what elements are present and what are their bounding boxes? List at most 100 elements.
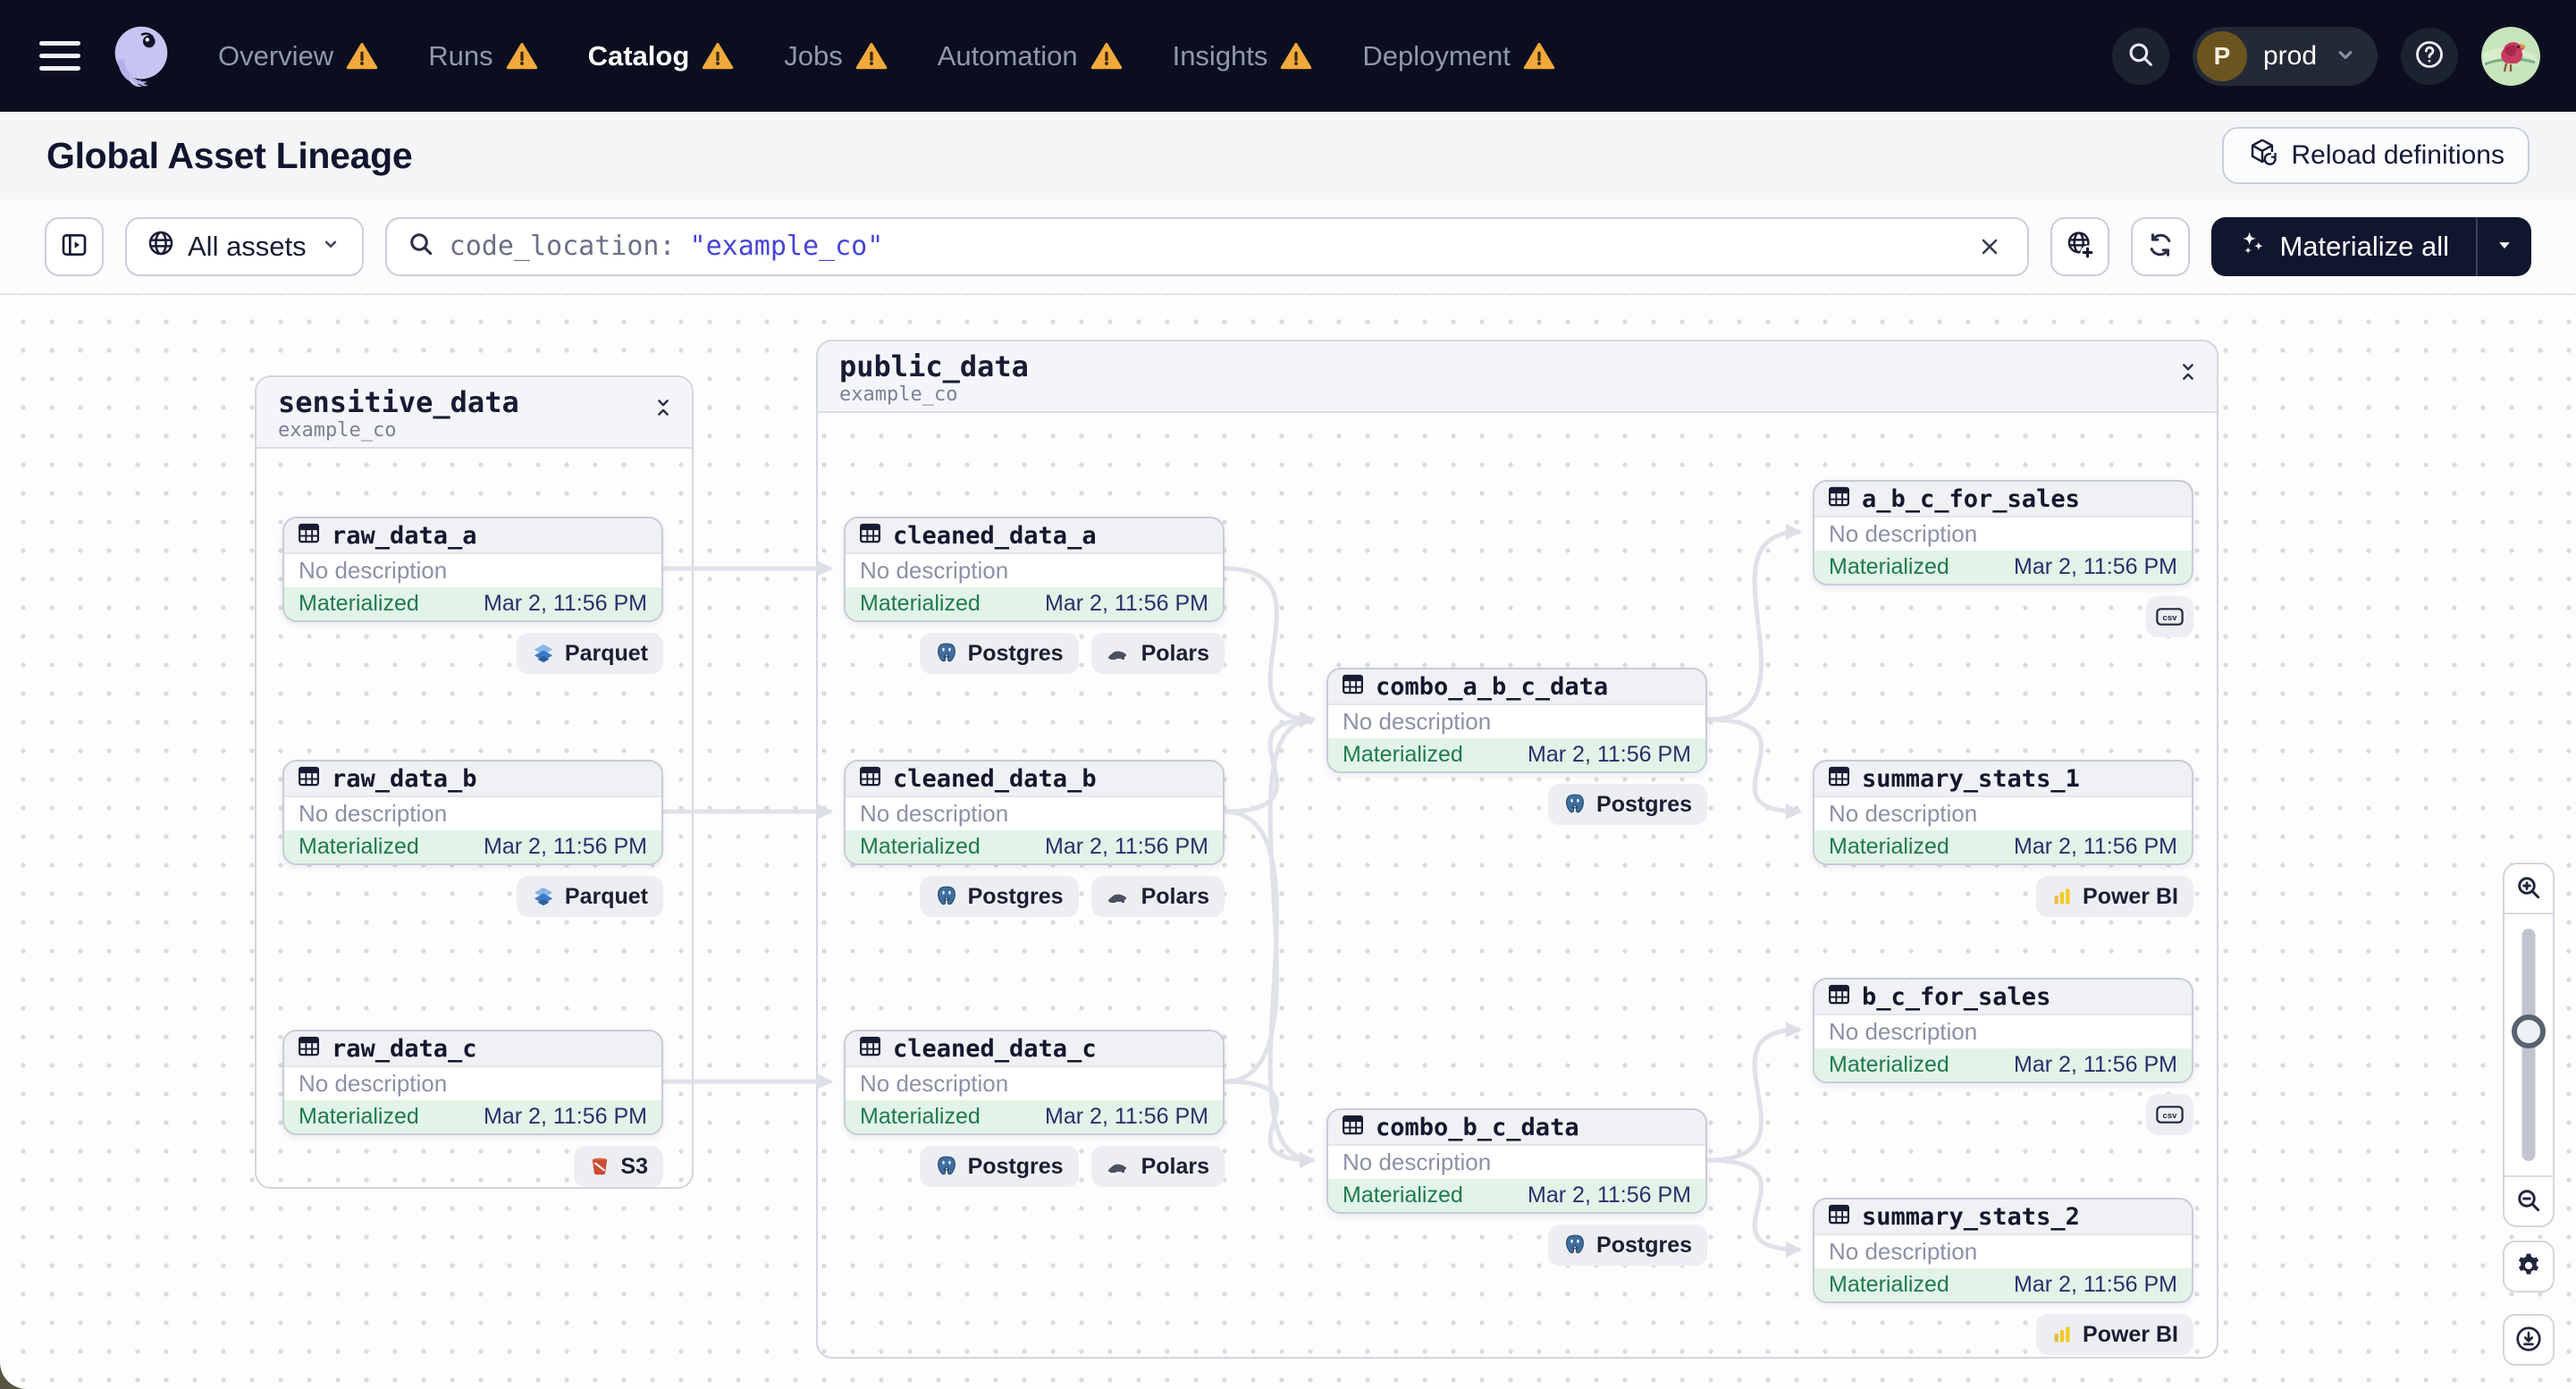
asset-badges: S3 <box>282 1146 663 1187</box>
download-image-button[interactable] <box>2503 1314 2555 1366</box>
powerbi-badge: Power BI <box>2036 1314 2193 1355</box>
zoom-slider[interactable] <box>2504 914 2553 1175</box>
asset-search-input[interactable]: code_location: "example_co" <box>384 216 2030 276</box>
asset-badges: Postgres Polars <box>844 1146 1225 1187</box>
asset-node[interactable]: combo_b_c_data No description Materializ… <box>1326 1108 1707 1214</box>
csv-badge: csv <box>2146 1094 2193 1135</box>
asset-name: summary_stats_1 <box>1862 764 2080 793</box>
refresh-graph-button[interactable] <box>2131 216 2191 276</box>
asset-status-row: Materialized Mar 2, 11:56 PM <box>1814 551 2192 584</box>
asset-materialized-time: Mar 2, 11:56 PM <box>1528 1183 1691 1208</box>
asset-node[interactable]: b_c_for_sales No description Materialize… <box>1813 978 2193 1083</box>
postgres-icon <box>935 1155 958 1178</box>
nav-item[interactable]: Runs <box>428 40 537 72</box>
deployment-name: prod <box>2262 40 2317 71</box>
nav-item[interactable]: Deployment <box>1362 40 1555 72</box>
asset-group-header[interactable]: sensitive_data example_co <box>257 377 692 449</box>
asset-node[interactable]: raw_data_b No description Materialized M… <box>282 760 663 865</box>
asset-scope-dropdown[interactable]: All assets <box>125 216 364 276</box>
asset-node[interactable]: cleaned_data_b No description Materializ… <box>844 760 1225 865</box>
deployment-avatar: P <box>2196 30 2247 81</box>
badge-label: Polars <box>1141 1153 1209 1179</box>
menu-button[interactable] <box>39 41 80 71</box>
user-avatar[interactable] <box>2481 26 2540 86</box>
deployment-switcher[interactable]: P prod <box>2192 26 2378 86</box>
title-bar: Global Asset Lineage Reload definitions <box>0 112 2576 199</box>
asset-badges: Postgres <box>1326 1225 1707 1266</box>
asset-badges: Postgres <box>1326 784 1707 825</box>
asset-group-header[interactable]: public_data example_co <box>818 341 2217 413</box>
asset-node-header: cleaned_data_a <box>846 518 1223 554</box>
materialize-all-button[interactable]: Materialize all <box>2211 217 2476 276</box>
app-root: Overview Runs Catalog Jobs Automation In… <box>0 0 2576 1389</box>
asset-description: No description <box>1343 708 1492 735</box>
zoom-in-button[interactable] <box>2504 864 2553 914</box>
asset-name: combo_b_c_data <box>1376 1113 1579 1141</box>
asset-node[interactable]: summary_stats_1 No description Materiali… <box>1813 760 2193 865</box>
asset-materialized-time: Mar 2, 11:56 PM <box>484 834 647 859</box>
materialize-options-button[interactable] <box>2476 216 2531 276</box>
asset-node-wrap: summary_stats_1 No description Materiali… <box>1813 760 2193 917</box>
asset-node[interactable]: combo_a_b_c_data No description Material… <box>1326 668 1707 773</box>
group-location: example_co <box>278 418 397 442</box>
help-button[interactable] <box>2401 27 2458 85</box>
lineage-canvas[interactable]: sensitive_data example_co public_data ex… <box>0 295 2576 1389</box>
badge-label: Postgres <box>1596 791 1692 817</box>
asset-materialized-time: Mar 2, 11:56 PM <box>1045 1104 1208 1129</box>
powerbi-badge: Power BI <box>2036 876 2193 917</box>
powerbi-icon <box>2051 886 2073 907</box>
open-sidebar-button[interactable] <box>45 216 104 276</box>
asset-node[interactable]: a_b_c_for_sales No description Materiali… <box>1813 480 2193 585</box>
reload-definitions-button[interactable]: Reload definitions <box>2221 127 2530 184</box>
badge-label: S3 <box>620 1153 648 1179</box>
materialize-split-button: Materialize all <box>2211 216 2531 276</box>
zoom-slider-thumb[interactable] <box>2512 1014 2546 1048</box>
globe-icon <box>147 229 175 265</box>
asset-name: raw_data_b <box>332 764 477 793</box>
toolbar: All assets code_location: "example_co" M… <box>0 199 2576 295</box>
graph-settings-button[interactable] <box>2503 1241 2555 1292</box>
zoom-out-button[interactable] <box>2504 1175 2553 1225</box>
asset-name: b_c_for_sales <box>1862 982 2051 1011</box>
asset-badges: Postgres Polars <box>844 633 1225 674</box>
asset-node[interactable]: summary_stats_2 No description Materiali… <box>1813 1198 2193 1303</box>
open-in-new-location-button[interactable] <box>2050 216 2110 276</box>
asset-materialized-time: Mar 2, 11:56 PM <box>2014 554 2177 579</box>
asset-description: No description <box>299 800 448 827</box>
global-search-button[interactable] <box>2111 27 2169 85</box>
postgres-icon <box>935 642 958 665</box>
caret-down-icon <box>2492 232 2517 260</box>
asset-node-header: cleaned_data_b <box>846 762 1223 797</box>
asset-description: No description <box>1343 1149 1492 1175</box>
asset-badges: Postgres Polars <box>844 876 1225 917</box>
asset-name: summary_stats_2 <box>1862 1202 2080 1231</box>
asset-node[interactable]: raw_data_c No description Materialized M… <box>282 1030 663 1135</box>
sparkles-icon <box>2238 229 2267 265</box>
svg-text:csv: csv <box>2163 1111 2178 1121</box>
nav-item[interactable]: Catalog <box>588 40 735 72</box>
asset-node[interactable]: cleaned_data_a No description Materializ… <box>844 517 1225 622</box>
asset-node-header: raw_data_a <box>284 518 661 554</box>
asset-badges: Power BI <box>1813 1314 2193 1355</box>
asset-node-header: raw_data_c <box>284 1031 661 1067</box>
clear-search-button[interactable] <box>1972 229 2008 265</box>
nav-item[interactable]: Insights <box>1173 40 1313 72</box>
collapse-group-icon[interactable] <box>2176 359 2201 389</box>
collapse-group-icon[interactable] <box>651 395 676 425</box>
asset-name: cleaned_data_a <box>893 521 1097 550</box>
polars-icon <box>1107 1158 1132 1175</box>
asset-node[interactable]: cleaned_data_c No description Materializ… <box>844 1030 1225 1135</box>
nav-item[interactable]: Overview <box>218 40 378 72</box>
asset-node-wrap: raw_data_a No description Materialized M… <box>282 517 663 674</box>
nav-item[interactable]: Jobs <box>784 40 887 72</box>
postgres-badge: Postgres <box>919 633 1079 674</box>
polars-badge: Polars <box>1090 876 1225 917</box>
asset-node[interactable]: raw_data_a No description Materialized M… <box>282 517 663 622</box>
asset-description: No description <box>1829 1018 1978 1045</box>
postgres-badge: Postgres <box>919 876 1079 917</box>
nav-item[interactable]: Automation <box>938 40 1123 72</box>
dagster-logo-icon[interactable] <box>104 20 177 93</box>
asset-description: No description <box>860 800 1009 827</box>
asset-node-wrap: a_b_c_for_sales No description Materiali… <box>1813 480 2193 637</box>
asset-node-header: combo_b_c_data <box>1328 1110 1705 1146</box>
